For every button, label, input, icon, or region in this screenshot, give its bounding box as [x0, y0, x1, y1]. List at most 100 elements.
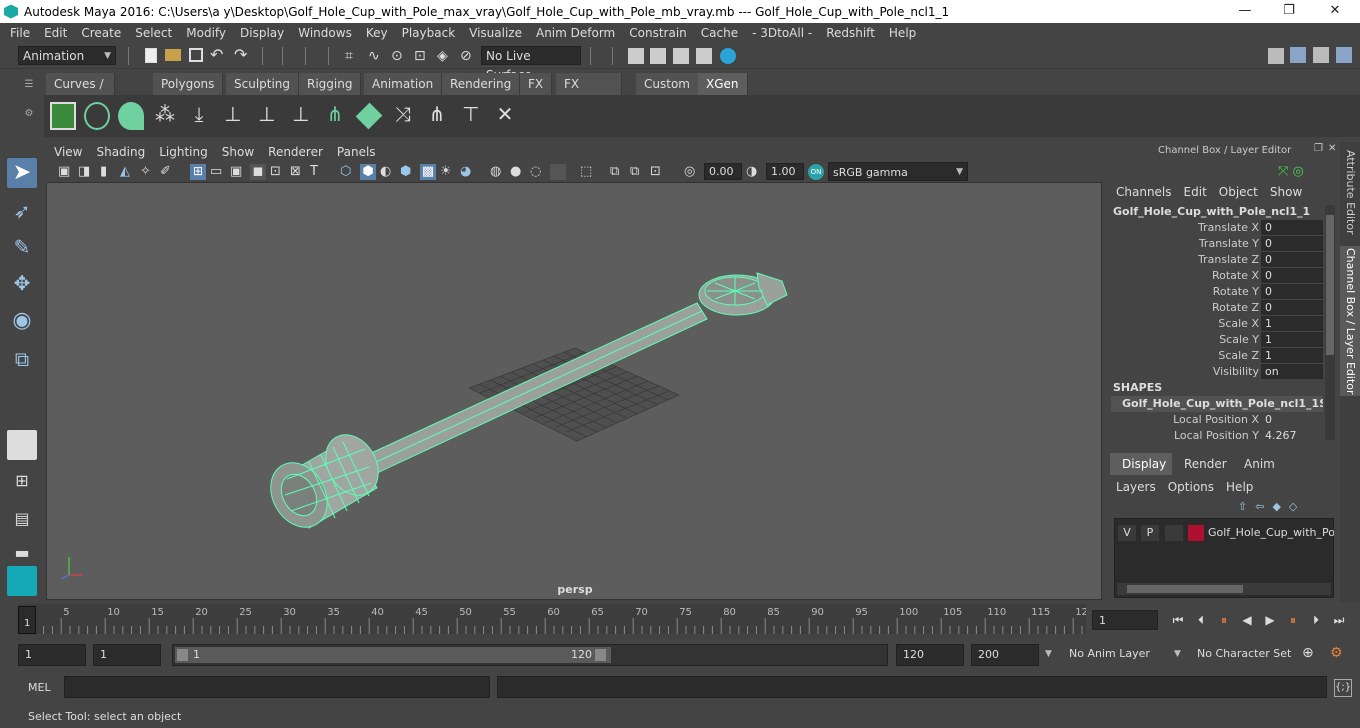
anim-layer-chevron-icon[interactable]: ▼ — [1045, 649, 1052, 659]
attr-translate-y[interactable]: Translate Y0 — [1110, 236, 1323, 252]
cb-menu-channels[interactable]: Channels — [1110, 185, 1178, 199]
ipr-render-icon[interactable] — [673, 48, 689, 64]
xgen-add-guide-icon[interactable]: ⁂ — [152, 102, 178, 130]
vp-menu-panels[interactable]: Panels — [330, 142, 383, 162]
menu-modify[interactable]: Modify — [179, 23, 233, 43]
color-management-icon[interactable]: ON — [808, 164, 824, 180]
attr-rotate-z[interactable]: Rotate Z0 — [1110, 300, 1323, 316]
bookmark-icon[interactable]: ▮ — [100, 164, 116, 180]
redo-icon[interactable]: ↷ — [234, 47, 250, 64]
layer-color-swatch[interactable] — [1188, 525, 1204, 541]
render-view-icon[interactable] — [628, 48, 644, 64]
render-frame-icon[interactable] — [650, 48, 666, 64]
step-back-icon[interactable]: ⏴ — [1193, 612, 1209, 628]
tab-attribute-editor[interactable]: Attribute Editor — [1340, 142, 1360, 242]
xgen-density-icon[interactable] — [355, 102, 383, 130]
select-tool-icon[interactable]: ➤ — [7, 158, 37, 188]
tab-render-layers[interactable]: Render — [1172, 453, 1239, 475]
xgen-select-guides-icon[interactable]: ⋔ — [424, 102, 450, 130]
character-set-chevron-icon[interactable]: ▼ — [1174, 649, 1181, 659]
go-to-start-icon[interactable]: ⏮ — [1170, 612, 1186, 628]
menu-key[interactable]: Key — [359, 23, 395, 43]
camera-attributes-icon[interactable]: ◨ — [78, 164, 94, 180]
maximize-button[interactable]: ❐ — [1266, 0, 1312, 23]
undo-icon[interactable]: ↶ — [210, 47, 226, 64]
grid-toggle-icon[interactable]: ⊞ — [190, 164, 206, 180]
tab-curves-surfaces[interactable]: Curves / Surfaces — [46, 73, 115, 113]
vp-menu-shading[interactable]: Shading — [89, 142, 152, 162]
lasso-tool-icon[interactable]: ➶ — [7, 196, 37, 226]
channel-box-toggle-icon[interactable] — [1336, 47, 1352, 63]
layer-menu-help[interactable]: Help — [1220, 480, 1259, 494]
field-chart-icon[interactable]: ⊡ — [270, 164, 286, 180]
attr-translate-x[interactable]: Translate X0 — [1110, 220, 1323, 236]
menu-select[interactable]: Select — [128, 23, 179, 43]
range-end-handle[interactable] — [595, 649, 606, 661]
tab-animation[interactable]: Animation — [364, 73, 443, 95]
tab-sculpting[interactable]: Sculpting — [226, 73, 300, 95]
tab-fx-caching[interactable]: FX Caching — [556, 73, 622, 113]
playback-start-field[interactable]: 1 — [93, 644, 161, 666]
layer-playback-toggle[interactable]: P — [1141, 525, 1159, 541]
xgen-flip-guides-icon[interactable]: ⊤ — [458, 102, 484, 130]
gamma-field[interactable]: 1.00 — [766, 163, 804, 180]
layer-name[interactable]: Golf_Hole_Cup_with_Pol — [1208, 525, 1334, 541]
close-panel-icon[interactable]: ✕ — [1328, 143, 1336, 154]
attr-scale-y[interactable]: Scale Y1 — [1110, 332, 1323, 348]
exposure-icon[interactable]: ◎ — [684, 164, 700, 180]
attr-translate-z[interactable]: Translate Z0 — [1110, 252, 1323, 268]
resolution-gate-icon[interactable]: ▣ — [230, 164, 246, 180]
command-input[interactable] — [64, 676, 490, 698]
animation-end-field[interactable]: 200 — [971, 644, 1039, 666]
attr-scale-z[interactable]: Scale Z1 — [1110, 348, 1323, 364]
xray-icon[interactable] — [550, 164, 566, 180]
shadows-icon[interactable]: ☀ — [440, 164, 456, 180]
snap-live-icon[interactable]: ⊘ — [460, 48, 476, 64]
colorspace-dropdown[interactable]: sRGB gamma ▼ — [828, 162, 968, 181]
layout-icon[interactable] — [1290, 47, 1306, 63]
vp-menu-lighting[interactable]: Lighting — [152, 142, 215, 162]
film-gate-icon[interactable]: ▭ — [210, 164, 226, 180]
snap-view-icon[interactable]: ⊡ — [414, 48, 430, 64]
layer-menu-layers[interactable]: Layers — [1110, 480, 1162, 494]
move-tool-icon[interactable]: ✥ — [7, 268, 37, 298]
snap-point-icon[interactable]: ⊙ — [391, 48, 407, 64]
layer-type-toggle[interactable] — [1165, 525, 1183, 541]
selected-object-name[interactable]: Golf_Hole_Cup_with_Pole_ncl1_1 — [1113, 205, 1310, 218]
play-forwards-icon[interactable]: ▶ — [1262, 612, 1278, 628]
range-slider[interactable]: 1 120 — [172, 644, 888, 666]
save-scene-icon[interactable] — [189, 48, 203, 62]
select-camera-icon[interactable]: ▣ — [58, 164, 74, 180]
motion-blur-icon[interactable]: ◍ — [490, 164, 506, 180]
snap-grid-icon[interactable]: ⌗ — [345, 48, 361, 64]
xgen-editor-icon[interactable] — [50, 102, 76, 130]
xgen-preview-icon[interactable] — [84, 102, 110, 130]
animation-preferences-icon[interactable]: ⚙ — [1330, 645, 1348, 663]
range-start-handle[interactable] — [177, 649, 188, 661]
xgen-curves-to-guides-icon[interactable]: ⤨ — [390, 102, 416, 130]
tab-custom[interactable]: Custom — [636, 73, 699, 95]
gate-mask-icon[interactable]: ◼ — [250, 164, 266, 180]
safe-title-icon[interactable]: T — [310, 164, 326, 180]
exposure-field[interactable]: 0.00 — [704, 163, 742, 180]
menu-set-dropdown[interactable]: Animation ▼ — [18, 46, 116, 65]
vp-menu-renderer[interactable]: Renderer — [261, 142, 330, 162]
tab-channel-box-layer-editor[interactable]: Channel Box / Layer Editor — [1340, 246, 1360, 396]
xgen-delete-guides-icon[interactable]: ✕ — [492, 102, 518, 130]
attr-rotate-x[interactable]: Rotate X0 — [1110, 268, 1323, 284]
layer-menu-options[interactable]: Options — [1162, 480, 1220, 494]
new-layer-icon[interactable]: ⇧ — [1238, 500, 1255, 513]
minimize-button[interactable]: — — [1222, 0, 1268, 23]
tab-polygons[interactable]: Polygons — [153, 73, 224, 95]
menu-create[interactable]: Create — [74, 23, 128, 43]
cb-menu-show[interactable]: Show — [1264, 185, 1308, 199]
cb-menu-edit[interactable]: Edit — [1178, 185, 1213, 199]
ambient-occlusion-icon[interactable]: ◕ — [460, 164, 476, 180]
xgen-lock-guide-icon[interactable]: ⊥ — [288, 102, 314, 130]
anim-layer-field[interactable]: No Anim Layer — [1063, 644, 1163, 666]
step-forward-key-icon[interactable]: ⏸ — [1285, 612, 1301, 628]
cb-menu-object[interactable]: Object — [1213, 185, 1264, 199]
snap-surface-icon[interactable]: ◈ — [437, 48, 453, 64]
xgen-create-description-icon[interactable] — [118, 102, 144, 130]
step-back-key-icon[interactable]: ⏸ — [1216, 612, 1232, 628]
